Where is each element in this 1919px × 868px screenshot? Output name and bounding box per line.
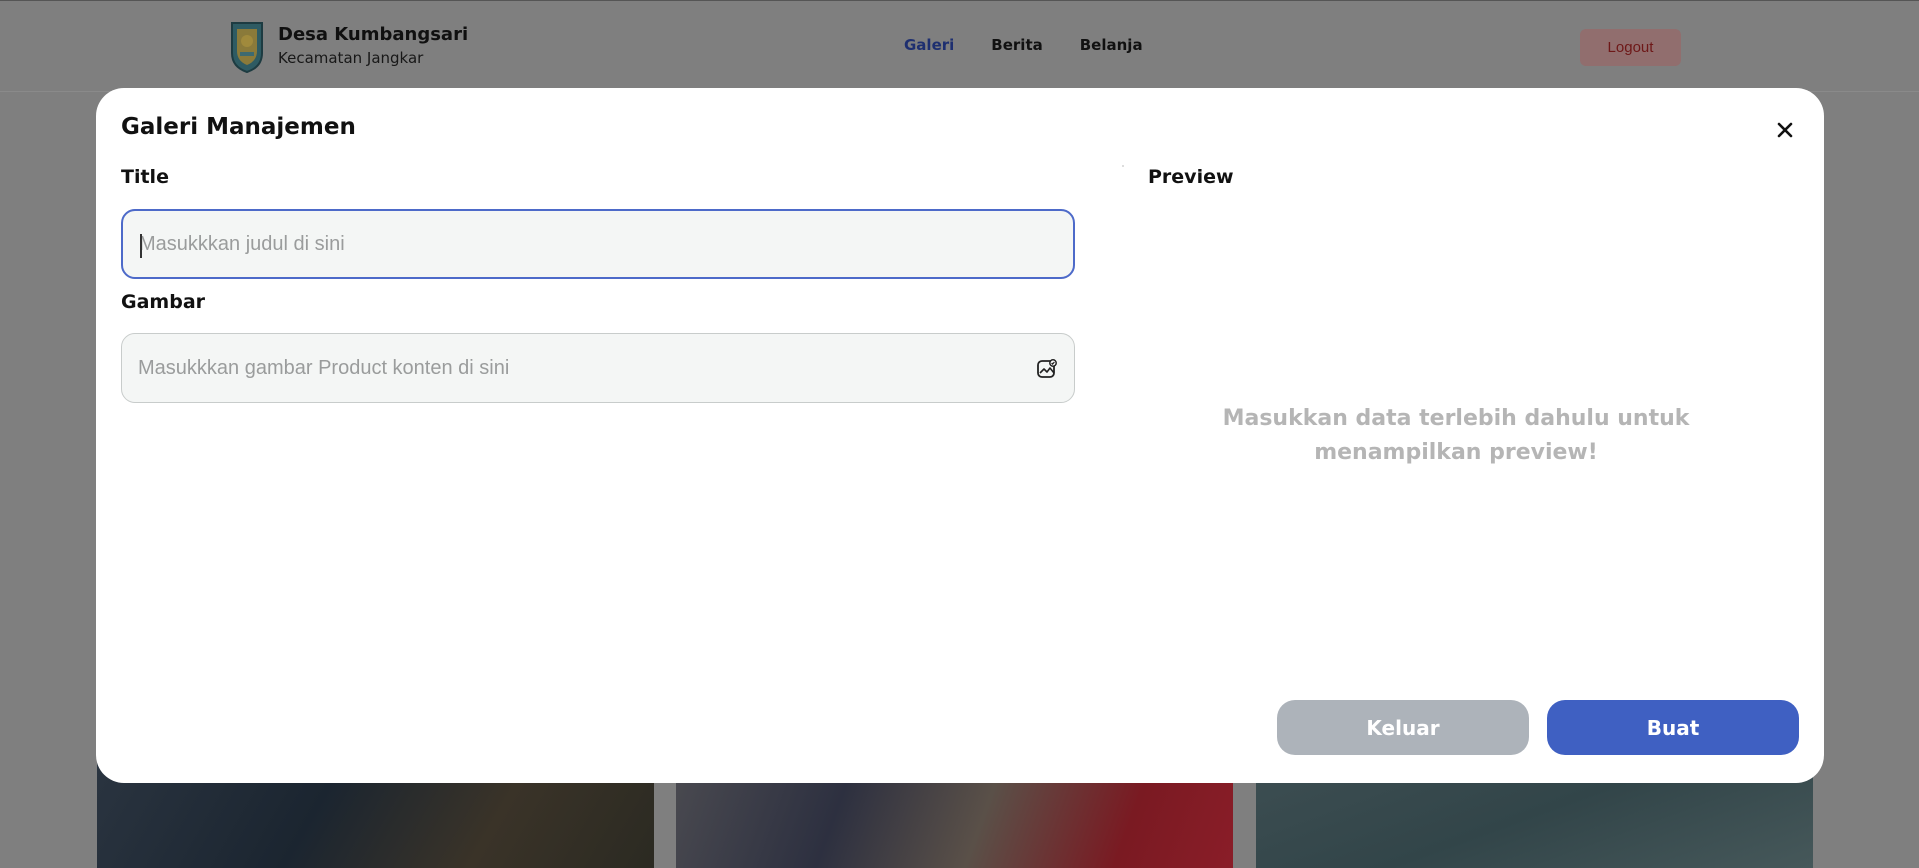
modal-title: Galeri Manajemen xyxy=(121,114,356,140)
brand[interactable]: Desa Kumbangsari Kecamatan Jangkar xyxy=(228,19,468,73)
nav-link-belanja[interactable]: Belanja xyxy=(1080,36,1143,54)
brand-subtitle: Kecamatan Jangkar xyxy=(278,49,424,67)
close-icon xyxy=(1777,122,1793,138)
nav-links: Galeri Berita Belanja xyxy=(904,36,1143,54)
nav-link-galeri[interactable]: Galeri xyxy=(904,36,954,54)
close-button[interactable] xyxy=(1771,116,1799,144)
village-emblem-logo xyxy=(231,22,263,73)
preview-label: Preview xyxy=(1148,166,1234,188)
image-field-label: Gambar xyxy=(121,291,206,313)
image-input[interactable] xyxy=(138,356,1058,380)
title-field-label: Title xyxy=(121,166,169,188)
create-button[interactable]: Buat xyxy=(1547,700,1799,755)
gallery-management-modal: Galeri Manajemen Title Gambar Preview Ma… xyxy=(96,88,1824,783)
divider-dot xyxy=(1122,165,1124,167)
image-upload-icon[interactable] xyxy=(1036,358,1058,380)
text-cursor xyxy=(140,234,142,258)
title-input[interactable] xyxy=(139,232,1057,256)
title-input-wrapper[interactable] xyxy=(121,209,1075,279)
brand-title: Desa Kumbangsari xyxy=(278,24,469,45)
navbar: Desa Kumbangsari Kecamatan Jangkar Galer… xyxy=(0,0,1919,92)
nav-link-berita[interactable]: Berita xyxy=(991,36,1042,54)
logout-button[interactable]: Logout xyxy=(1580,29,1681,66)
preview-empty-message: Masukkan data terlebih dahulu untuk mena… xyxy=(1222,406,1690,465)
cancel-button[interactable]: Keluar xyxy=(1277,700,1529,755)
image-input-wrapper[interactable] xyxy=(121,333,1075,403)
